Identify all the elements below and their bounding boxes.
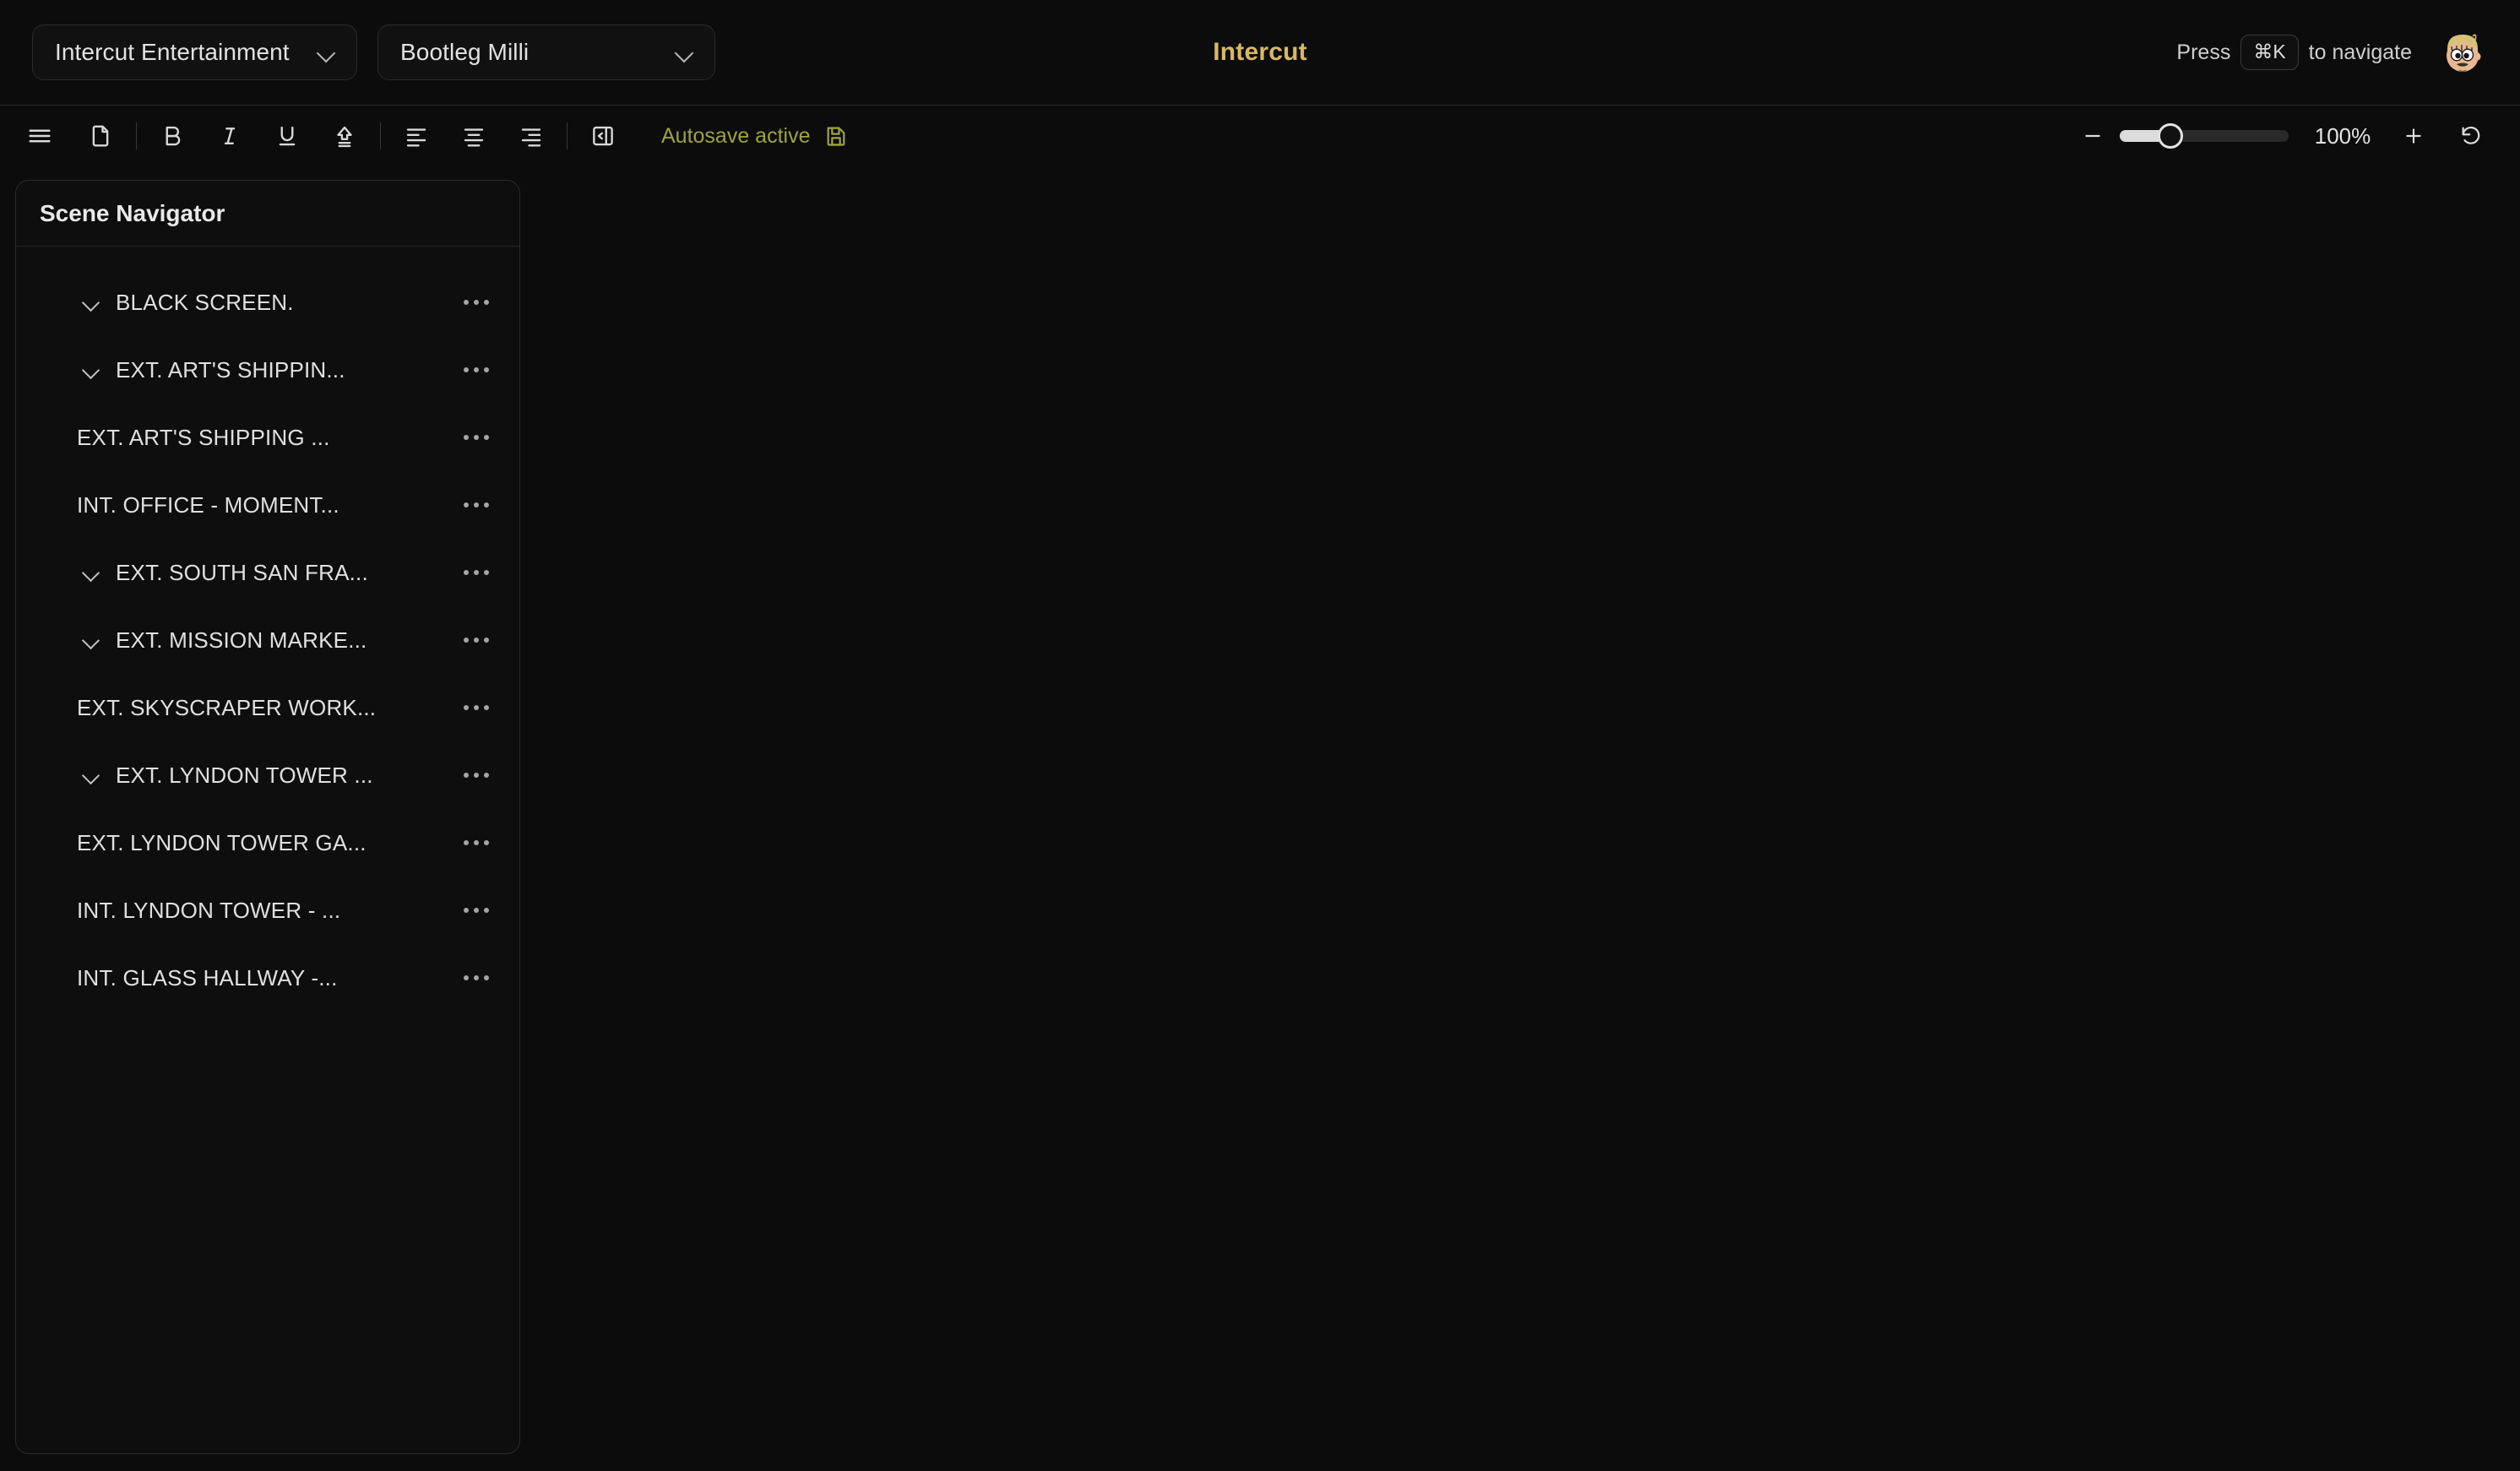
scene-list-item[interactable]: INT. LYNDON TOWER - ... xyxy=(16,877,519,944)
menu-icon[interactable] xyxy=(19,115,61,157)
zoom-slider[interactable] xyxy=(2120,116,2289,156)
scene-list-item-label: INT. OFFICE - MOMENT... xyxy=(77,491,339,518)
zoom-out-button[interactable] xyxy=(2072,116,2113,156)
command-k-key[interactable]: ⌘K xyxy=(2240,35,2299,70)
scene-list-item[interactable]: EXT. LYNDON TOWER ... xyxy=(16,741,519,809)
scene-list-item-label: EXT. ART'S SHIPPING ... xyxy=(77,424,330,450)
scene-list-item[interactable]: INT. OFFICE - MOMENT... xyxy=(16,471,519,539)
project-selector-label: Bootleg Milli xyxy=(400,39,530,65)
project-selector[interactable]: Bootleg Milli xyxy=(377,24,715,80)
scene-list-item-label: EXT. SOUTH SAN FRA... xyxy=(116,559,368,585)
navigate-hint-suffix: to navigate xyxy=(2308,40,2412,64)
scene-item-more-options-icon[interactable] xyxy=(457,562,496,584)
chevron-down-icon xyxy=(674,41,696,63)
scene-item-more-options-icon[interactable] xyxy=(457,967,496,989)
autosave-status: Autosave active xyxy=(661,124,848,149)
save-icon[interactable] xyxy=(824,124,848,148)
scene-list-item[interactable]: EXT. LYNDON TOWER GA... xyxy=(16,809,519,877)
scene-list-item[interactable]: BLACK SCREEN. xyxy=(16,269,519,336)
scene-navigator-panel: Scene Navigator BLACK SCREEN. EXT. ART'S … xyxy=(15,180,520,1454)
workspace: Scene Navigator BLACK SCREEN. EXT. ART'S … xyxy=(0,166,2520,1471)
scene-list: BLACK SCREEN. EXT. ART'S SHIPPIN... EXT. A… xyxy=(16,247,519,1453)
toolbar-group-format xyxy=(151,115,366,157)
toolbar-divider xyxy=(380,122,381,149)
chevron-down-icon[interactable] xyxy=(79,763,104,788)
scene-item-more-options-icon[interactable] xyxy=(457,697,496,719)
scene-list-item-label: BLACK SCREEN. xyxy=(116,289,294,315)
scene-list-item[interactable]: EXT. ART'S SHIPPING ... xyxy=(16,404,519,471)
org-selector[interactable]: Intercut Entertainment xyxy=(32,24,357,80)
navigate-hint-prefix: Press xyxy=(2176,40,2231,64)
scene-list-item[interactable]: EXT. MISSION MARKE... xyxy=(16,606,519,674)
scene-navigator-header: Scene Navigator xyxy=(16,181,519,247)
scene-item-more-options-icon[interactable] xyxy=(457,764,496,786)
scene-item-more-options-icon[interactable] xyxy=(457,494,496,516)
panel-collapse-icon[interactable] xyxy=(582,115,624,157)
scene-list-item[interactable]: EXT. ART'S SHIPPIN... xyxy=(16,336,519,404)
chevron-down-icon[interactable] xyxy=(79,560,104,585)
zoom-controls: 100% xyxy=(2072,116,2491,156)
toolbar-divider xyxy=(567,122,568,149)
navigate-hint: Press ⌘K to navigate xyxy=(2176,35,2412,70)
scene-list-item[interactable]: EXT. SKYSCRAPER WORK... xyxy=(16,674,519,741)
chevron-down-icon xyxy=(316,41,338,63)
header-right-group: Press ⌘K to navigate xyxy=(2176,27,2488,78)
panel-title: Scene Navigator xyxy=(40,199,225,226)
scene-list-item-label: EXT. LYNDON TOWER GA... xyxy=(77,829,367,855)
toolbar-group-document xyxy=(19,115,122,157)
align-left-icon[interactable] xyxy=(395,115,437,157)
toolbar-divider xyxy=(136,122,137,149)
toolbar-group-align xyxy=(395,115,552,157)
align-right-icon[interactable] xyxy=(510,115,552,157)
italic-icon[interactable] xyxy=(209,115,251,157)
avatar[interactable] xyxy=(2437,27,2488,78)
autosave-label: Autosave active xyxy=(661,123,811,148)
scene-list-item-label: INT. GLASS HALLWAY -... xyxy=(77,964,338,991)
scene-item-more-options-icon[interactable] xyxy=(457,629,496,651)
scene-list-item-label: EXT. LYNDON TOWER ... xyxy=(116,762,373,788)
org-selector-label: Intercut Entertainment xyxy=(55,39,290,65)
chevron-down-icon[interactable] xyxy=(79,290,104,315)
chevron-down-icon[interactable] xyxy=(79,357,104,383)
scene-list-item-label: INT. LYNDON TOWER - ... xyxy=(77,897,341,923)
scene-item-more-options-icon[interactable] xyxy=(457,899,496,921)
editor-toolbar: Autosave active 100% xyxy=(0,106,2520,166)
scene-list-item-label: EXT. MISSION MARKE... xyxy=(116,627,367,653)
zoom-level-value: 100% xyxy=(2314,122,2371,149)
align-center-icon[interactable] xyxy=(453,115,495,157)
scene-item-more-options-icon[interactable] xyxy=(457,359,496,381)
zoom-reset-button[interactable] xyxy=(2451,116,2491,156)
arrow-up-line-icon[interactable] xyxy=(323,115,366,157)
scene-item-more-options-icon[interactable] xyxy=(457,426,496,448)
zoom-in-button[interactable] xyxy=(2393,116,2434,156)
document-icon[interactable] xyxy=(79,115,122,157)
chevron-down-icon[interactable] xyxy=(79,627,104,653)
scene-item-more-options-icon[interactable] xyxy=(457,832,496,854)
app-header: Intercut Entertainment Bootleg Milli Int… xyxy=(0,0,2520,106)
underline-icon[interactable] xyxy=(266,115,308,157)
scene-item-more-options-icon[interactable] xyxy=(457,291,496,313)
scene-list-item[interactable]: EXT. SOUTH SAN FRA... xyxy=(16,539,519,606)
scene-list-item[interactable]: INT. GLASS HALLWAY -... xyxy=(16,944,519,1012)
scene-list-item-label: EXT. ART'S SHIPPIN... xyxy=(116,356,345,383)
bold-icon[interactable] xyxy=(151,115,193,157)
zoom-slider-thumb[interactable] xyxy=(2158,123,2183,149)
scene-list-item-label: EXT. SKYSCRAPER WORK... xyxy=(77,694,377,720)
